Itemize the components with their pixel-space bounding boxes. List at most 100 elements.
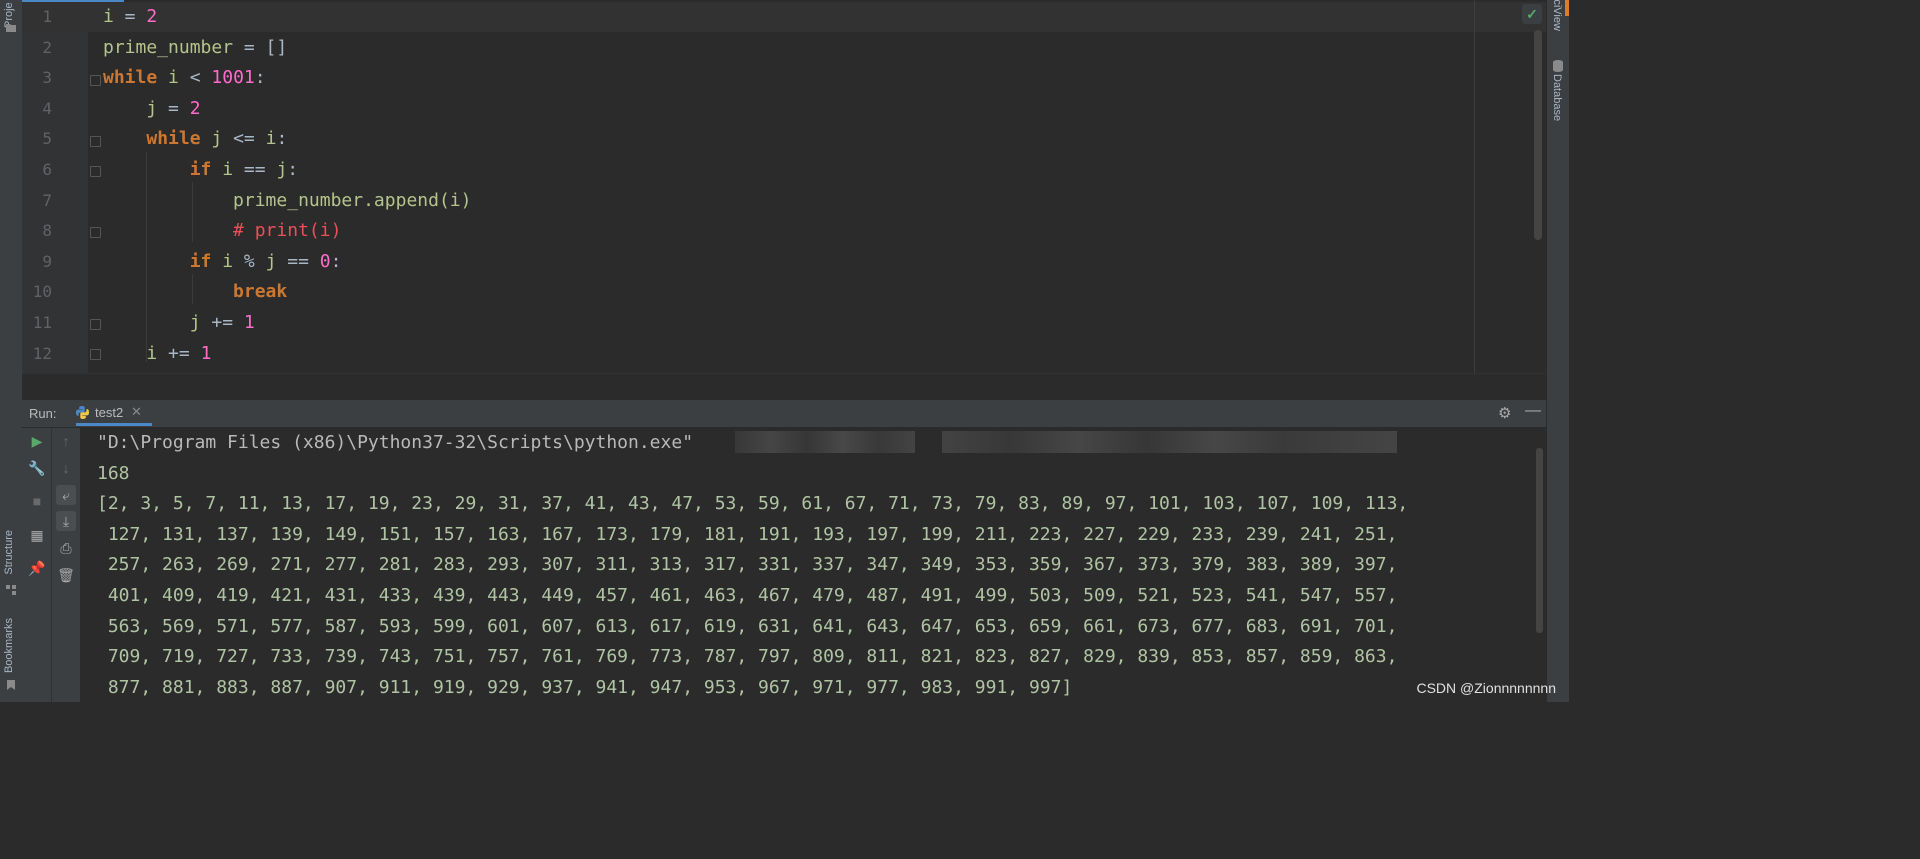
arrow-up-icon[interactable]: ↑ xyxy=(56,431,76,451)
code-token: == xyxy=(276,250,320,272)
console-command-line: "D:\Program Files (x86)\Python37-32\Scri… xyxy=(97,432,694,453)
database-icon xyxy=(1553,60,1563,72)
editor-scrollbar[interactable] xyxy=(1534,30,1542,240)
line-number: 2 xyxy=(42,37,52,57)
fold-marker[interactable] xyxy=(90,349,101,360)
fold-marker[interactable] xyxy=(90,75,101,86)
code-line[interactable]: prime_number.append(i) xyxy=(103,186,471,216)
code-token: = [] xyxy=(233,36,288,58)
current-line-highlight xyxy=(22,2,1546,32)
run-tab-test2[interactable]: test2 ✕ xyxy=(76,400,152,426)
console-scrollbar[interactable] xyxy=(1536,448,1543,633)
code-token: : xyxy=(254,67,266,89)
stop-icon[interactable]: ■ xyxy=(27,491,47,511)
line-number: 1 xyxy=(42,7,52,26)
bookmarks-tool-tab[interactable]: Bookmarks xyxy=(3,618,15,673)
code-token: while xyxy=(146,128,201,150)
code-token: i xyxy=(265,128,277,150)
fold-marker[interactable] xyxy=(90,166,101,177)
fold-marker[interactable] xyxy=(90,136,101,147)
structure-tool-tab[interactable]: Structure xyxy=(3,530,15,575)
arrow-down-icon[interactable]: ↓ xyxy=(56,458,76,478)
line-number: 6 xyxy=(42,160,52,179)
code-token: <= xyxy=(222,128,266,150)
database-tool-tab[interactable]: Database xyxy=(1551,74,1563,121)
code-line[interactable]: # print(i) xyxy=(103,216,341,246)
toolbar-separator xyxy=(51,428,52,702)
minimize-icon[interactable]: — xyxy=(1525,402,1541,420)
code-token: break xyxy=(233,281,288,303)
code-token: j xyxy=(146,97,158,119)
code-token: i xyxy=(168,67,179,89)
code-line[interactable]: i = 2 xyxy=(103,2,157,32)
left-tool-strip: Project Structure Bookmarks xyxy=(0,0,23,702)
code-token: == xyxy=(233,159,277,180)
code-token: 0 xyxy=(319,250,331,272)
code-token: % xyxy=(233,250,266,272)
play-icon[interactable]: ▶ xyxy=(27,431,47,451)
code-line[interactable]: if i % j == 0: xyxy=(103,247,342,277)
code-token: 1 xyxy=(200,342,212,364)
console-output-line: 401, 409, 419, 421, 431, 433, 439, 443, … xyxy=(97,585,1398,606)
inspection-ok-icon[interactable]: ✓ xyxy=(1522,4,1542,24)
code-token: : xyxy=(330,250,342,272)
console-output-line: 563, 569, 571, 577, 587, 593, 599, 601, … xyxy=(97,615,1398,637)
fold-marker[interactable] xyxy=(90,227,101,238)
run-console-output[interactable]: "D:\Program Files (x86)\Python37-32\Scri… xyxy=(80,428,1546,702)
code-token: < xyxy=(178,67,212,89)
code-token: i xyxy=(222,250,234,272)
gear-icon[interactable]: ⚙ xyxy=(1498,404,1511,422)
watermark: CSDN @Zionnnnnnnn xyxy=(1416,680,1556,696)
code-token: prime_number xyxy=(103,36,234,58)
code-token: : xyxy=(287,159,299,180)
line-number: 4 xyxy=(42,98,52,118)
layout-icon[interactable]: ▦ xyxy=(27,525,47,545)
line-number: 9 xyxy=(42,251,52,271)
fold-marker[interactable] xyxy=(90,319,101,330)
code-line[interactable]: j = 2 xyxy=(103,94,201,124)
code-line[interactable]: while j <= i: xyxy=(103,124,287,154)
run-tab-label: test2 xyxy=(95,405,124,420)
line-number: 7 xyxy=(42,190,52,210)
code-token: 2 xyxy=(189,97,201,119)
console-output-line: 877, 881, 883, 887, 907, 911, 919, 929, … xyxy=(97,676,1073,698)
close-icon[interactable]: ✕ xyxy=(131,404,142,420)
scroll-to-end-icon[interactable]: ⤓ xyxy=(56,511,76,531)
line-number: 12 xyxy=(32,343,52,363)
wrench-icon[interactable]: 🔧 xyxy=(27,458,47,478)
soft-wrap-icon[interactable]: ⤶ xyxy=(56,485,76,505)
panel-divider[interactable] xyxy=(22,373,1546,401)
print-icon[interactable]: ⎙ xyxy=(56,538,76,558)
code-token: += xyxy=(200,312,244,333)
pin-icon[interactable]: 📌 xyxy=(27,558,47,578)
code-line[interactable]: prime_number = [] xyxy=(103,33,287,63)
code-token: = xyxy=(157,97,190,119)
line-number: 5 xyxy=(42,129,52,149)
structure-icon xyxy=(6,585,16,595)
code-line[interactable]: while i < 1001: xyxy=(103,63,266,93)
console-output-line: 127, 131, 137, 139, 149, 151, 157, 163, … xyxy=(97,523,1398,545)
line-number: 8 xyxy=(42,221,52,241)
bookmark-icon xyxy=(7,680,15,690)
sciview-tool-tab[interactable]: SciView xyxy=(1551,0,1563,38)
code-token: j xyxy=(265,250,277,272)
code-token: i xyxy=(222,159,234,180)
code-line[interactable]: i += 1 xyxy=(103,339,211,369)
code-token: = xyxy=(113,6,147,27)
code-editor[interactable]: 1i = 2 2 prime_number = [] 3 while i < 1001:… xyxy=(22,0,1546,373)
line-number: 10 xyxy=(32,282,52,302)
code-line[interactable]: if i == j: xyxy=(103,155,298,185)
sciview-indicator xyxy=(1565,0,1569,16)
code-line[interactable]: break xyxy=(103,277,287,307)
line-number: 3 xyxy=(42,68,52,88)
code-line[interactable]: j += 1 xyxy=(103,308,255,338)
trash-icon[interactable]: 🗑 xyxy=(56,565,76,585)
folder-icon xyxy=(6,24,16,32)
